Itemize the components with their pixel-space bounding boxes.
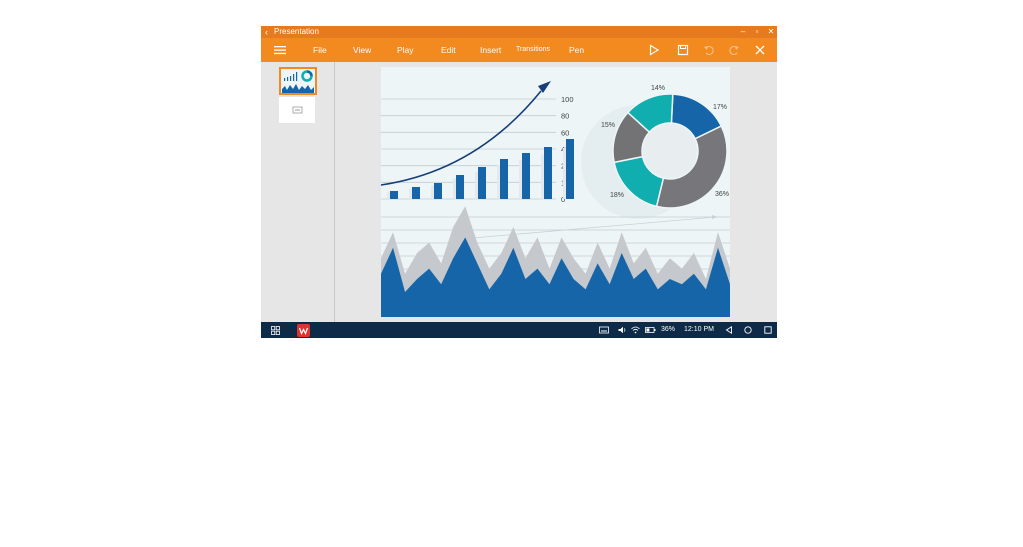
close-icon[interactable]	[753, 43, 767, 57]
bar	[478, 167, 486, 199]
menu-file[interactable]: File	[313, 38, 327, 62]
recents-nav-icon[interactable]	[764, 326, 772, 334]
wps-office-icon[interactable]	[297, 324, 310, 337]
minimize-icon[interactable]: –	[737, 26, 749, 38]
system-taskbar: 36% 12:10 PM	[261, 322, 777, 338]
slide-content[interactable]: 01020406080100 17%36%18%15%14%	[381, 67, 730, 317]
presentation-app-window: ‹ Presentation – ▫ ✕ File View Play Edit…	[261, 26, 777, 338]
ribbon-toolbar: File View Play Edit Insert Transitions P…	[261, 38, 777, 62]
bar-y-tick-label: 100	[561, 95, 574, 104]
undo-icon[interactable]	[702, 43, 716, 57]
menu-view[interactable]: View	[353, 38, 371, 62]
menu-transitions[interactable]: Transitions	[516, 38, 550, 62]
area-trend-line	[460, 216, 717, 240]
slide-thumbnail-panel	[261, 62, 335, 322]
menu-play[interactable]: Play	[397, 38, 414, 62]
slide-thumbnail-1[interactable]	[279, 67, 317, 95]
close-icon[interactable]: ✕	[765, 26, 777, 38]
bar	[500, 159, 508, 199]
wifi-icon[interactable]	[631, 326, 640, 334]
redo-icon[interactable]	[727, 43, 741, 57]
slide-canvas[interactable]: 01020406080100 17%36%18%15%14%	[335, 62, 777, 322]
menu-pen[interactable]: Pen	[569, 38, 584, 62]
title-bar: ‹ Presentation – ▫ ✕	[261, 26, 777, 38]
bar-y-tick-label: 80	[561, 112, 569, 121]
menu-edit[interactable]: Edit	[441, 38, 456, 62]
keyboard-icon[interactable]	[599, 326, 609, 334]
chevron-left-icon[interactable]: ‹	[265, 26, 268, 38]
donut-slice-label: 36%	[715, 191, 729, 198]
battery-icon	[645, 327, 656, 333]
home-nav-icon[interactable]	[744, 326, 752, 334]
bar	[456, 175, 464, 199]
bar-y-tick-label: 60	[561, 128, 569, 137]
task-switcher-icon[interactable]	[271, 326, 280, 335]
maximize-icon[interactable]: ▫	[751, 26, 763, 38]
bar	[412, 187, 420, 199]
menu-insert[interactable]: Insert	[480, 38, 501, 62]
save-icon[interactable]	[676, 43, 690, 57]
donut-hole	[643, 124, 697, 178]
clock-time: 12:10 PM	[684, 326, 714, 333]
slide-thumbnail-2[interactable]	[279, 97, 315, 123]
bar	[544, 147, 552, 199]
volume-icon[interactable]	[618, 326, 627, 334]
window-title: Presentation	[274, 27, 319, 36]
slide-graphic: 01020406080100 17%36%18%15%14%	[381, 81, 730, 317]
donut-slice-label: 17%	[713, 104, 727, 111]
back-nav-icon[interactable]	[725, 326, 733, 334]
bar	[434, 183, 442, 199]
area-trend-arrowhead	[712, 215, 718, 219]
bar	[390, 191, 398, 199]
donut-slice-label: 18%	[610, 192, 624, 199]
donut-slice-label: 15%	[601, 122, 615, 129]
donut-slice-label: 14%	[651, 85, 665, 92]
trend-line	[381, 90, 542, 186]
battery-percent: 36%	[661, 326, 676, 333]
play-icon[interactable]	[647, 43, 661, 57]
hamburger-menu-icon[interactable]	[273, 43, 287, 57]
bar	[522, 153, 530, 199]
bar	[566, 139, 574, 199]
